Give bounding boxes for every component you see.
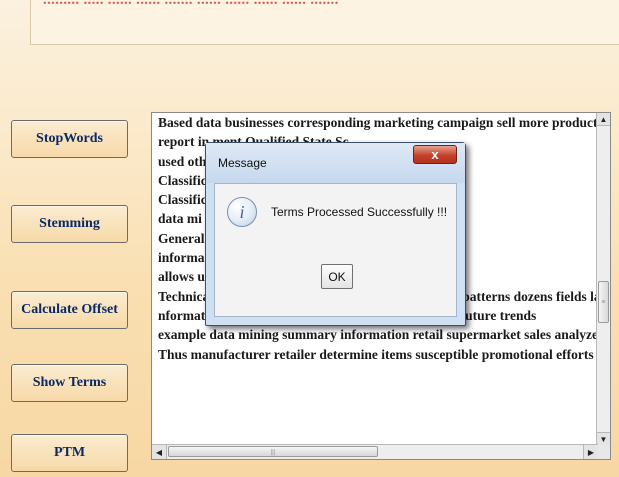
ok-button[interactable]: OK <box>321 264 353 289</box>
text-line: Thus manufacturer retailer determine ite… <box>158 346 594 362</box>
scroll-corner <box>597 445 610 459</box>
vertical-scrollbar[interactable]: ▲ ≡ ▼ <box>596 113 610 445</box>
scroll-down-icon[interactable]: ▼ <box>597 432 610 445</box>
vertical-scroll-thumb[interactable]: ≡ <box>598 281 609 323</box>
show-terms-button[interactable]: Show Terms <box>11 364 128 402</box>
text-line: Based data businesses corresponding mark… <box>158 115 598 130</box>
close-button[interactable]: x <box>413 145 457 164</box>
dialog-body: i Terms Processed Successfully !!! OK <box>214 183 457 317</box>
message-dialog: Message x i Terms Processed Successfully… <box>205 142 466 326</box>
stopwords-button[interactable]: StopWords <box>11 120 128 158</box>
info-icon: i <box>227 197 257 227</box>
dialog-message: Terms Processed Successfully !!! <box>271 205 448 219</box>
text-line: example data mining summary information … <box>158 327 598 343</box>
scroll-left-icon[interactable]: ◀ <box>152 445 167 459</box>
header-text: ......... ..... ...... ...... ....... ..… <box>43 0 339 8</box>
dialog-titlebar[interactable]: Message x <box>206 143 465 183</box>
horizontal-scroll-thumb[interactable]: ||| <box>168 446 378 457</box>
scroll-right-icon[interactable]: ▶ <box>583 445 598 459</box>
dialog-title: Message <box>218 156 267 170</box>
horizontal-scrollbar[interactable]: ◀ ||| ▶ <box>152 444 598 459</box>
top-panel: ......... ..... ...... ...... ....... ..… <box>30 0 619 45</box>
ptm-button[interactable]: PTM <box>11 434 128 472</box>
scroll-up-icon[interactable]: ▲ <box>597 113 610 126</box>
calculate-offset-button[interactable]: Calculate Offset <box>11 291 128 329</box>
stemming-button[interactable]: Stemming <box>11 205 128 243</box>
